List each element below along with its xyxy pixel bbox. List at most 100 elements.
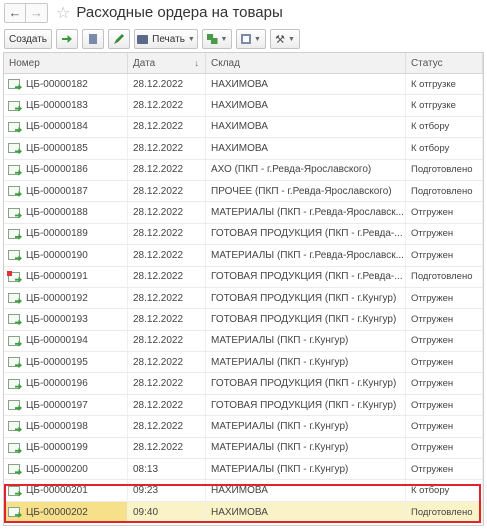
cell-number[interactable]: ЦБ-00000189 (4, 223, 128, 245)
column-header-warehouse[interactable]: Склад (206, 53, 406, 73)
cell-status[interactable]: Отгружен (406, 352, 483, 373)
cell-status[interactable]: Отгружен (406, 330, 483, 352)
table-row[interactable]: ЦБ-00000196 28.12.2022 ГОТОВАЯ ПРОДУКЦИЯ (… (4, 373, 483, 395)
cell-warehouse[interactable]: МАТЕРИАЛЫ (ПКП - г.Ревда-Ярославск... (206, 202, 406, 223)
cell-date[interactable]: 09:40 (128, 501, 206, 523)
table-row[interactable]: ЦБ-00000188 28.12.2022 МАТЕРИАЛЫ (ПКП - г.… (4, 202, 483, 224)
cell-warehouse[interactable]: НАХИМОВА (206, 138, 406, 159)
cell-warehouse[interactable]: МАТЕРИАЛЫ (ПКП - г.Кунгур) (206, 416, 406, 437)
cell-status[interactable]: К отбору (406, 116, 483, 138)
cell-date[interactable]: 09:23 (128, 480, 206, 501)
table-row[interactable]: ЦБ-00000186 28.12.2022 АХО (ПКП - г.Ревда-… (4, 159, 483, 181)
cell-warehouse[interactable]: ГОТОВАЯ ПРОДУКЦИЯ (ПКП - г.Кунгур) (206, 309, 406, 330)
cell-date[interactable]: 28.12.2022 (128, 352, 206, 373)
cell-warehouse[interactable]: ГОТОВАЯ ПРОДУКЦИЯ (ПКП - г.Кунгур) (206, 394, 406, 416)
cell-warehouse[interactable]: МАТЕРИАЛЫ (ПКП - г.Кунгур) (206, 459, 406, 480)
cell-status[interactable]: К отгрузке (406, 95, 483, 116)
cell-warehouse[interactable]: ГОТОВАЯ ПРОДУКЦИЯ (ПКП - г.Ревда-... (206, 223, 406, 245)
cell-status[interactable]: Отгружен (406, 437, 483, 459)
cell-warehouse[interactable]: НАХИМОВА (206, 95, 406, 116)
cell-status[interactable]: Подготовлено (406, 266, 483, 287)
cell-number[interactable]: ЦБ-00000199 (4, 437, 128, 459)
forward-button[interactable]: → (26, 2, 48, 23)
table-row[interactable]: ЦБ-00000192 28.12.2022 ГОТОВАЯ ПРОДУКЦИЯ (… (4, 287, 483, 310)
column-header-status[interactable]: Статус (406, 53, 483, 73)
cell-warehouse[interactable]: АХО (ПКП - г.Ревда-Ярославского) (206, 159, 406, 180)
cell-number[interactable]: ЦБ-00000184 (4, 116, 128, 138)
cell-status[interactable]: Подготовлено (406, 180, 483, 202)
table-row[interactable]: ЦБ-00000190 28.12.2022 МАТЕРИАЛЫ (ПКП - г.… (4, 245, 483, 267)
cell-status[interactable]: К отгрузке (406, 74, 483, 95)
cell-number[interactable]: ЦБ-00000195 (4, 352, 128, 373)
cell-number[interactable]: ЦБ-00000186 (4, 159, 128, 180)
cell-status[interactable]: Отгружен (406, 394, 483, 416)
table-row[interactable]: ЦБ-00000201 09:23 НАХИМОВА К отбору (4, 480, 483, 502)
table-row[interactable]: ЦБ-00000183 28.12.2022 НАХИМОВА К отгрузке (4, 95, 483, 117)
cell-warehouse[interactable]: ГОТОВАЯ ПРОДУКЦИЯ (ПКП - г.Кунгур) (206, 287, 406, 309)
cell-warehouse[interactable]: ПРОЧЕЕ (ПКП - г.Ревда-Ярославского) (206, 180, 406, 202)
column-header-number[interactable]: Номер (4, 53, 128, 73)
cell-date[interactable]: 28.12.2022 (128, 95, 206, 116)
cell-status[interactable]: Отгружен (406, 416, 483, 437)
favorite-star-icon[interactable]: ☆ (56, 3, 70, 23)
table-row[interactable]: ЦБ-00000182 28.12.2022 НАХИМОВА К отгрузке (4, 74, 483, 96)
table-row[interactable]: ЦБ-00000187 28.12.2022 ПРОЧЕЕ (ПКП - г.Рев… (4, 180, 483, 203)
orders-table[interactable]: Номер Дата ↓ Склад Статус ЦБ-00000182 28.… (3, 52, 484, 526)
back-button[interactable]: ← (4, 2, 26, 23)
cell-date[interactable]: 28.12.2022 (128, 116, 206, 138)
table-row[interactable]: ЦБ-00000198 28.12.2022 МАТЕРИАЛЫ (ПКП - г.… (4, 416, 483, 438)
cell-warehouse[interactable]: ГОТОВАЯ ПРОДУКЦИЯ (ПКП - г.Кунгур) (206, 373, 406, 394)
table-row[interactable]: ЦБ-00000193 28.12.2022 ГОТОВАЯ ПРОДУКЦИЯ (… (4, 309, 483, 331)
cell-warehouse[interactable]: МАТЕРИАЛЫ (ПКП - г.Кунгур) (206, 437, 406, 459)
cell-date[interactable]: 28.12.2022 (128, 394, 206, 416)
table-row[interactable]: ЦБ-00000191 28.12.2022 ГОТОВАЯ ПРОДУКЦИЯ (… (4, 266, 483, 288)
cell-warehouse[interactable]: НАХИМОВА (206, 116, 406, 138)
cell-number[interactable]: ЦБ-00000190 (4, 245, 128, 266)
cell-date[interactable]: 28.12.2022 (128, 437, 206, 459)
table-row[interactable]: ЦБ-00000195 28.12.2022 МАТЕРИАЛЫ (ПКП - г.… (4, 352, 483, 374)
cell-date[interactable]: 28.12.2022 (128, 416, 206, 437)
cell-warehouse[interactable]: НАХИМОВА (206, 74, 406, 95)
cell-status[interactable]: Отгружен (406, 245, 483, 266)
cell-warehouse[interactable]: НАХИМОВА (206, 480, 406, 501)
table-row[interactable]: ЦБ-00000199 28.12.2022 МАТЕРИАЛЫ (ПКП - г.… (4, 437, 483, 460)
cell-date[interactable]: 28.12.2022 (128, 159, 206, 180)
cell-date[interactable]: 28.12.2022 (128, 202, 206, 223)
cell-date[interactable]: 28.12.2022 (128, 266, 206, 287)
cell-date[interactable]: 28.12.2022 (128, 245, 206, 266)
cell-status[interactable]: Отгружен (406, 223, 483, 245)
cell-warehouse[interactable]: МАТЕРИАЛЫ (ПКП - г.Кунгур) (206, 330, 406, 352)
cell-number[interactable]: ЦБ-00000197 (4, 394, 128, 416)
cell-status[interactable]: Подготовлено (406, 501, 483, 523)
cell-number[interactable]: ЦБ-00000196 (4, 373, 128, 394)
cell-date[interactable]: 28.12.2022 (128, 309, 206, 330)
cell-date[interactable]: 28.12.2022 (128, 287, 206, 309)
table-row[interactable]: ЦБ-00000184 28.12.2022 НАХИМОВА К отбору (4, 116, 483, 139)
structure-dropdown-button[interactable]: ▼ (202, 29, 232, 49)
cell-number[interactable]: ЦБ-00000192 (4, 287, 128, 309)
cell-number[interactable]: ЦБ-00000200 (4, 459, 128, 480)
cell-status[interactable]: Подготовлено (406, 159, 483, 180)
cell-date[interactable]: 28.12.2022 (128, 138, 206, 159)
cell-number[interactable]: ЦБ-00000201 (4, 480, 128, 501)
table-row[interactable]: ЦБ-00000202 09:40 НАХИМОВА Подготовлено (4, 501, 483, 524)
cell-number[interactable]: ЦБ-00000182 (4, 74, 128, 95)
cell-status[interactable]: Отгружен (406, 202, 483, 223)
table-row[interactable]: ЦБ-00000200 08:13 МАТЕРИАЛЫ (ПКП - г.Кунгу… (4, 459, 483, 481)
cell-number[interactable]: ЦБ-00000198 (4, 416, 128, 437)
cell-number[interactable]: ЦБ-00000193 (4, 309, 128, 330)
cell-number[interactable]: ЦБ-00000191 (4, 266, 128, 287)
cell-date[interactable]: 28.12.2022 (128, 223, 206, 245)
cell-date[interactable]: 28.12.2022 (128, 330, 206, 352)
more-actions-button[interactable]: ⚒ ▼ (270, 29, 300, 49)
cell-status[interactable]: Отгружен (406, 309, 483, 330)
cell-warehouse[interactable]: МАТЕРИАЛЫ (ПКП - г.Кунгур) (206, 352, 406, 373)
cell-number[interactable]: ЦБ-00000194 (4, 330, 128, 352)
edit-button[interactable] (108, 29, 130, 49)
cell-warehouse[interactable]: МАТЕРИАЛЫ (ПКП - г.Ревда-Ярославск... (206, 245, 406, 266)
cell-status[interactable]: Отгружен (406, 459, 483, 480)
column-header-date[interactable]: Дата ↓ (128, 53, 206, 73)
cell-date[interactable]: 28.12.2022 (128, 373, 206, 394)
create-button[interactable]: Создать (4, 29, 52, 49)
cell-status[interactable]: Отгружен (406, 287, 483, 309)
